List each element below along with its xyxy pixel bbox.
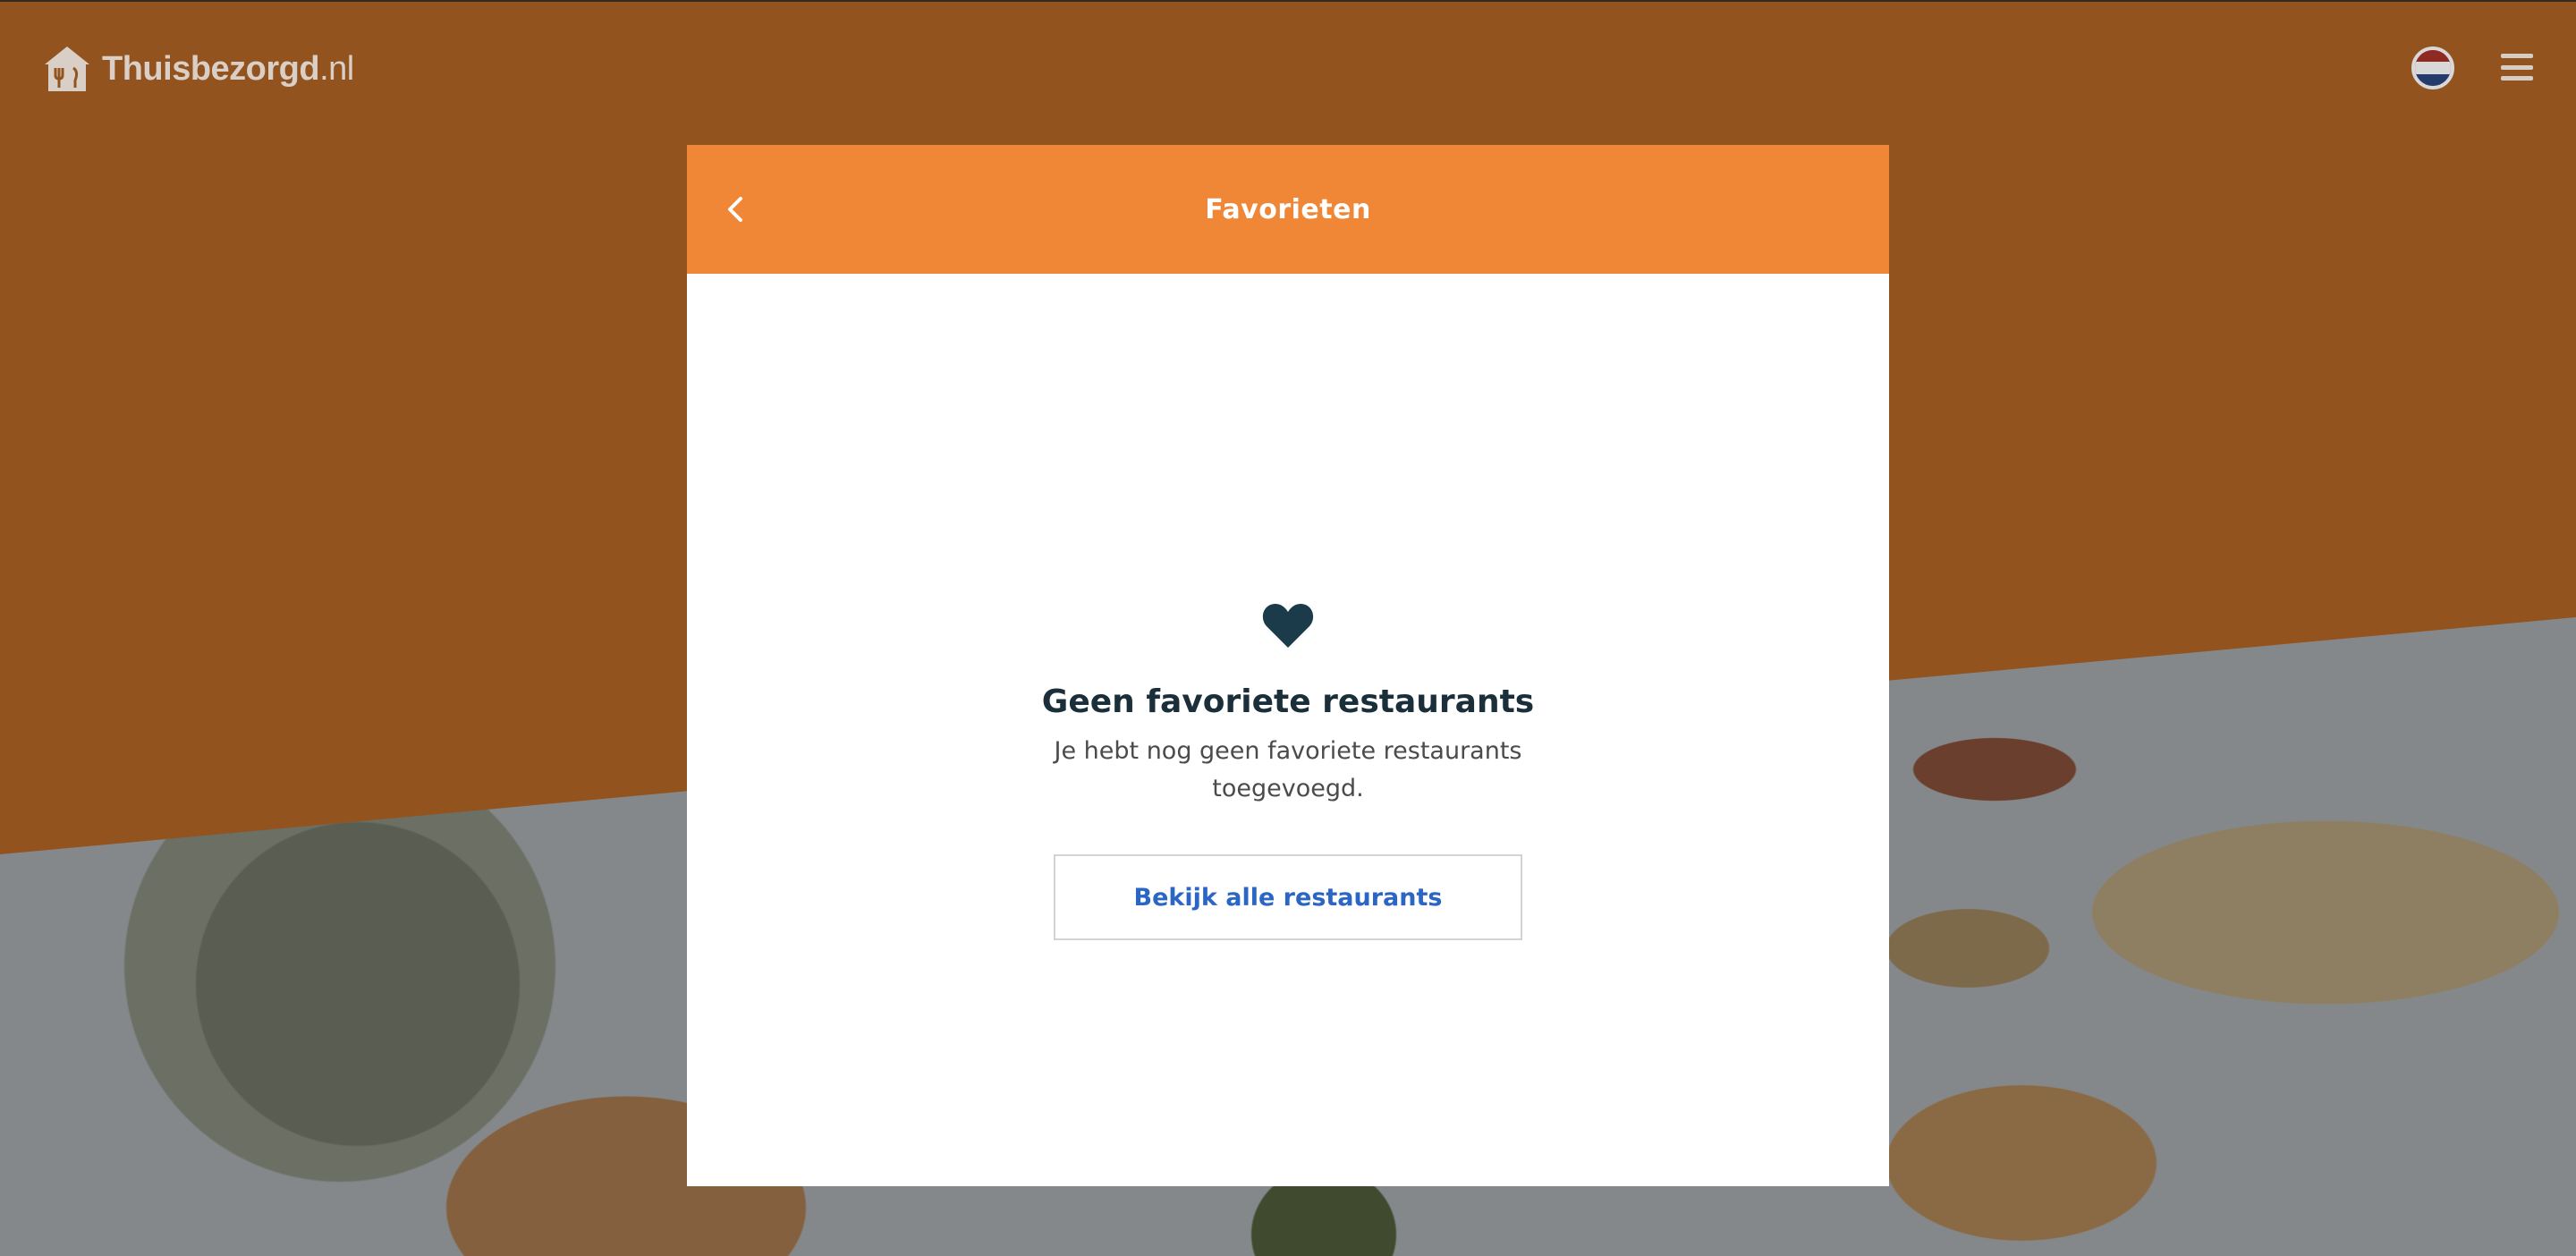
heart-icon xyxy=(1262,603,1314,648)
hamburger-menu-icon[interactable] xyxy=(2501,54,2533,81)
page: Thuisbezorgd.nl Favorieten Geen favoriet… xyxy=(0,0,2576,1256)
view-all-restaurants-button[interactable]: Bekijk alle restaurants xyxy=(1054,854,1522,940)
logo-name: Thuisbezorgd xyxy=(102,49,320,88)
modal-title: Favorieten xyxy=(1205,193,1371,225)
logo-tld: .nl xyxy=(319,49,354,88)
logo-text: Thuisbezorgd.nl xyxy=(102,50,354,89)
top-header: Thuisbezorgd.nl xyxy=(0,0,2576,134)
back-button[interactable] xyxy=(710,184,760,234)
empty-title: Geen favoriete restaurants xyxy=(1041,683,1535,720)
chevron-left-icon xyxy=(728,197,742,222)
modal-header: Favorieten xyxy=(687,145,1889,274)
site-logo[interactable]: Thuisbezorgd.nl xyxy=(41,41,354,97)
favorites-modal: Favorieten Geen favoriete restaurants Je… xyxy=(687,145,1889,1186)
netherlands-flag-icon[interactable] xyxy=(2411,47,2454,89)
empty-state: Geen favoriete restaurants Je hebt nog g… xyxy=(687,601,1889,940)
house-fork-icon xyxy=(45,47,89,91)
empty-description: Je hebt nog geen favoriete restaurants t… xyxy=(1054,737,1522,802)
